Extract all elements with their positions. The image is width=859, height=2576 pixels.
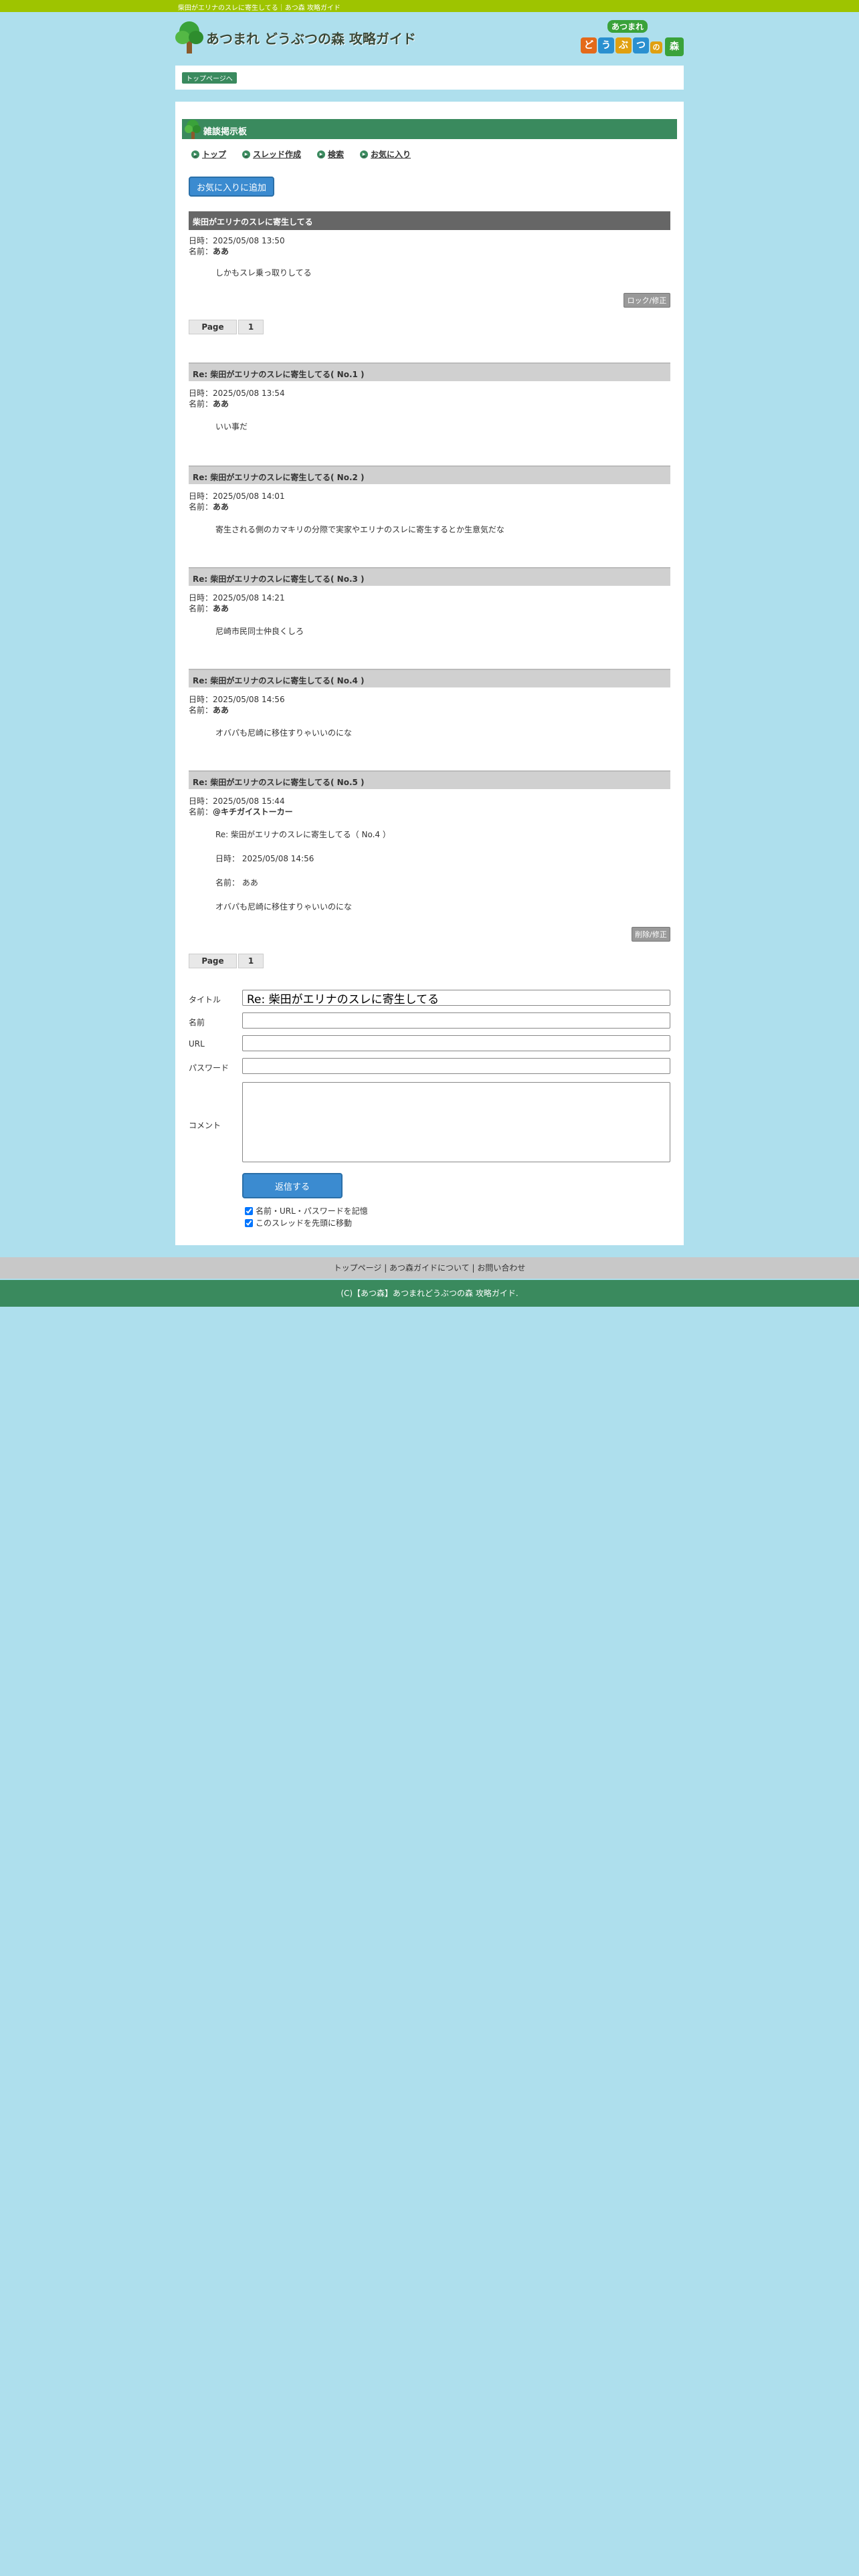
remember-label: 名前・URL・パスワードを記憶 [256, 1206, 368, 1216]
reply-body: 寄生される側のカマキリの分際で実家やエリナのスレに寄生するとか生意気だな [215, 525, 505, 534]
logo-char-1: ど [581, 37, 597, 53]
thread-date: 2025/05/08 13:50 [213, 236, 285, 245]
reply-date: 2025/05/08 13:54 [213, 389, 285, 398]
move-top-label: このスレッドを先頭に移動 [256, 1218, 353, 1228]
logo-char-3: ぶ [615, 37, 632, 53]
password-label: パスワード [189, 1063, 229, 1073]
reply-submit-button[interactable]: 返信する [242, 1173, 343, 1198]
move-top-checkbox[interactable] [245, 1218, 253, 1227]
reply-meta: 日時：2025/05/08 13:54 名前：ああ [189, 389, 285, 409]
password-input[interactable] [242, 1058, 670, 1074]
reply-title-bar: Re: 柴田がエリナのスレに寄生してる( No.5 ) [189, 770, 670, 789]
reply-date: 2025/05/08 14:21 [213, 593, 285, 603]
remember-checkbox[interactable] [245, 1206, 253, 1215]
arrow-icon: ▸ [360, 150, 369, 158]
site-logo[interactable]: あつまれ どうぶつの森 攻略ガイド [175, 21, 416, 53]
game-logo: あつまれ ど う ぶ つ の 森 [581, 20, 684, 59]
nav-top-link[interactable]: ▸ トップ [191, 148, 226, 160]
nav-favorites-link[interactable]: ▸ お気に入り [360, 148, 411, 160]
pager-page-1[interactable]: 1 [238, 320, 264, 334]
quote-title: Re: 柴田がエリナのスレに寄生してる（ No.4 ） [215, 830, 391, 839]
thread-title-bar: 柴田がエリナのスレに寄生してる [189, 211, 670, 230]
delete-edit-button[interactable]: 削除/修正 [632, 927, 670, 942]
nav-create-thread-link[interactable]: ▸ スレッド作成 [242, 148, 301, 160]
reply-title-bar: Re: 柴田がエリナのスレに寄生してる( No.3 ) [189, 567, 670, 586]
logo-char-4: つ [633, 37, 649, 53]
reply-author: ああ [213, 604, 229, 613]
reply-title-bar: Re: 柴田がエリナのスレに寄生してる( No.4 ) [189, 669, 670, 687]
pager-bottom: Page 1 [189, 954, 264, 968]
logo-char-5: の [650, 41, 662, 53]
board-title: 雑談掲示板 [203, 127, 248, 137]
breadcrumb-top-link[interactable]: トップページへ [182, 72, 237, 84]
quote-author: 名前： ああ [215, 878, 258, 887]
site-title: あつまれ どうぶつの森 攻略ガイド [206, 30, 416, 47]
main-content: 雑談掲示板 ▸ トップ ▸ スレッド作成 ▸ 検索 ▸ お気に入り お気に入りに追加 柴… [175, 102, 684, 1245]
lock-edit-button[interactable]: ロック/修正 [624, 293, 670, 308]
pager-page-1[interactable]: 1 [238, 954, 264, 968]
pager-top: Page 1 [189, 320, 264, 334]
reply-title-bar: Re: 柴田がエリナのスレに寄生してる( No.2 ) [189, 465, 670, 484]
move-top-checkbox-row[interactable]: このスレッドを先頭に移動 [245, 1217, 352, 1228]
top-bar: 柴田がエリナのスレに寄生してる｜あつ森 攻略ガイド [0, 0, 859, 12]
quote-date: 日時： 2025/05/08 14:56 [215, 854, 314, 863]
reply-author: ああ [213, 502, 229, 512]
url-label: URL [189, 1039, 205, 1049]
arrow-icon: ▸ [242, 150, 251, 158]
footer-copyright: (C)【あつ森】あつまれどうぶつの森 攻略ガイド. [0, 1280, 859, 1307]
top-bar-text: 柴田がエリナのスレに寄生してる｜あつ森 攻略ガイド [178, 5, 341, 12]
thread-author: ああ [213, 247, 229, 256]
comment-textarea[interactable] [242, 1082, 670, 1162]
footer-links: トップページ | あつ森ガイドについて | お問い合わせ [0, 1257, 859, 1279]
reply-title-bar: Re: 柴田がエリナのスレに寄生してる( No.1 ) [189, 362, 670, 381]
footer-link-contact[interactable]: お問い合わせ [477, 1263, 525, 1273]
footer-link-about[interactable]: あつ森ガイドについて [389, 1263, 470, 1273]
reply-author: ああ [213, 706, 229, 715]
reply-body: オバパも尼崎に移住すりゃいいのにな [215, 728, 353, 738]
title-input[interactable] [242, 990, 670, 1006]
site-header: あつまれ どうぶつの森 攻略ガイド あつまれ ど う ぶ つ の 森 [175, 15, 684, 63]
comment-label: コメント [189, 1121, 221, 1130]
logo-char-2: う [598, 37, 614, 53]
thread-meta: 日時：2025/05/08 13:50 名前：ああ [189, 236, 285, 256]
tree-icon [185, 120, 201, 139]
title-label: タイトル [189, 995, 221, 1004]
reply-meta: 日時：2025/05/08 14:21 名前：ああ [189, 593, 285, 613]
pager-label: Page [189, 954, 237, 968]
name-input[interactable] [242, 1012, 670, 1029]
footer-link-top[interactable]: トップページ [334, 1263, 382, 1273]
reply-meta: 日時：2025/05/08 15:44 名前：@キチガイストーカー [189, 796, 293, 817]
reply-meta: 日時：2025/05/08 14:56 名前：ああ [189, 695, 285, 715]
game-logo-top-text: あつまれ [607, 20, 648, 33]
arrow-icon: ▸ [317, 150, 326, 158]
reply-author: ああ [213, 399, 229, 409]
reply-date: 2025/05/08 14:01 [213, 492, 285, 501]
arrow-icon: ▸ [191, 150, 199, 158]
add-favorite-button[interactable]: お気に入りに追加 [189, 177, 274, 197]
board-nav: ▸ トップ ▸ スレッド作成 ▸ 検索 ▸ お気に入り [191, 148, 411, 160]
quote-body: オバパも尼崎に移住すりゃいいのにな [215, 902, 353, 911]
reply-date: 2025/05/08 15:44 [213, 796, 285, 806]
reply-body: 尼崎市民同士仲良くしろ [215, 627, 304, 636]
thread-body: しかもスレ乗っ取りしてる [215, 268, 312, 278]
pager-label: Page [189, 320, 237, 334]
board-title-bar: 雑談掲示板 [182, 119, 677, 139]
reply-meta: 日時：2025/05/08 14:01 名前：ああ [189, 492, 285, 512]
reply-date: 2025/05/08 14:56 [213, 695, 285, 704]
nav-search-link[interactable]: ▸ 検索 [317, 148, 344, 160]
name-label: 名前 [189, 1018, 205, 1027]
reply-body: いい事だ [215, 422, 248, 431]
breadcrumb-bar: トップページへ [175, 66, 684, 90]
reply-author: @キチガイストーカー [213, 807, 293, 817]
logo-char-6: 森 [665, 37, 684, 56]
url-input[interactable] [242, 1035, 670, 1051]
tree-icon [175, 21, 203, 53]
remember-checkbox-row[interactable]: 名前・URL・パスワードを記憶 [245, 1205, 368, 1216]
